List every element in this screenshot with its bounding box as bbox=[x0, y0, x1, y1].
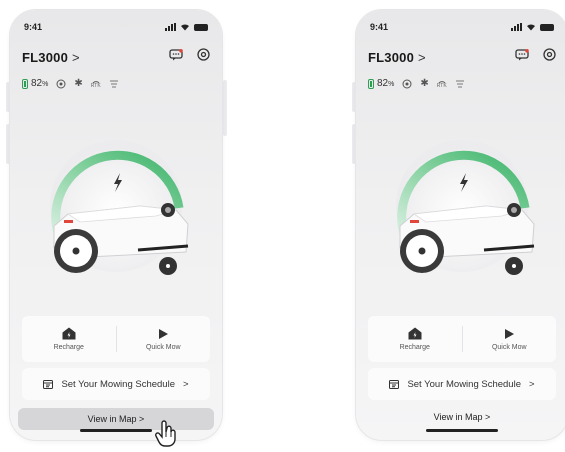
chevron-right-icon: > bbox=[529, 378, 535, 390]
chevron-right-icon: > bbox=[485, 412, 491, 422]
device-status-row: 82% ✱ RTK bbox=[368, 78, 465, 89]
phone-screen-left: 9:41 FL3000 > 82% ✱ RTK Recharge Quick M… bbox=[10, 10, 222, 440]
calendar-icon bbox=[389, 379, 400, 389]
battery-icon bbox=[194, 23, 208, 31]
view-in-map-button[interactable]: View in Map > bbox=[18, 408, 214, 430]
view-in-map-label: View in Map bbox=[433, 412, 483, 422]
device-name[interactable]: FL3000 > bbox=[368, 50, 426, 65]
chevron-right-icon: > bbox=[139, 414, 145, 424]
chevron-right-icon: > bbox=[72, 50, 80, 65]
quick-actions-card: Recharge Quick Mow bbox=[22, 316, 210, 362]
mower-indicator bbox=[64, 220, 73, 223]
battery-icon bbox=[540, 23, 554, 31]
recharge-button[interactable]: Recharge bbox=[22, 316, 116, 362]
mowing-schedule-button[interactable]: Set Your Mowing Schedule > bbox=[368, 368, 556, 400]
recharge-button[interactable]: Recharge bbox=[368, 316, 462, 362]
status-bar: 9:41 bbox=[370, 22, 554, 36]
battery-percent: 82 bbox=[31, 78, 43, 89]
home-icon bbox=[62, 327, 76, 340]
quick-mow-button[interactable]: Quick Mow bbox=[463, 316, 557, 362]
battery-percent: 82 bbox=[377, 78, 389, 89]
lte-icon bbox=[455, 80, 464, 87]
signal-icon bbox=[511, 23, 522, 31]
settings-icon[interactable] bbox=[543, 48, 556, 61]
mower-status-visual bbox=[374, 130, 550, 290]
chevron-right-icon: > bbox=[418, 50, 426, 65]
battery-level-icon bbox=[368, 78, 374, 89]
quick-actions-card: Recharge Quick Mow bbox=[368, 316, 556, 362]
play-icon bbox=[505, 328, 515, 339]
play-icon bbox=[159, 328, 169, 339]
schedule-label: Set Your Mowing Schedule bbox=[61, 378, 175, 390]
device-status-row: 82% ✱ RTK bbox=[22, 78, 119, 89]
hand-cursor-icon bbox=[155, 420, 176, 447]
home-indicator[interactable] bbox=[426, 429, 498, 432]
lte-icon bbox=[109, 80, 118, 87]
device-model-label: FL3000 bbox=[22, 50, 69, 65]
status-bar: 9:41 bbox=[24, 22, 208, 36]
device-name[interactable]: FL3000 > bbox=[22, 50, 80, 65]
mowing-schedule-button[interactable]: Set Your Mowing Schedule > bbox=[22, 368, 210, 400]
chevron-right-icon: > bbox=[183, 378, 189, 390]
mower-indicator bbox=[410, 220, 419, 223]
calendar-icon bbox=[43, 379, 54, 389]
device-model-label: FL3000 bbox=[368, 50, 415, 65]
message-icon[interactable] bbox=[169, 48, 183, 61]
recharge-label: Recharge bbox=[53, 344, 84, 351]
schedule-label: Set Your Mowing Schedule bbox=[407, 378, 521, 390]
battery-unit: % bbox=[388, 81, 395, 88]
quick-mow-label: Quick Mow bbox=[491, 343, 527, 351]
bluetooth-icon: ✱ bbox=[420, 78, 429, 89]
status-time: 9:41 bbox=[370, 22, 389, 32]
view-in-map-label: View in Map bbox=[87, 414, 137, 424]
recharge-label: Recharge bbox=[399, 344, 430, 351]
gps-icon bbox=[56, 79, 66, 88]
message-icon[interactable] bbox=[515, 48, 529, 61]
gps-icon bbox=[402, 79, 412, 88]
quick-mow-label: Quick Mow bbox=[145, 343, 181, 351]
signal-icon bbox=[165, 23, 176, 31]
view-in-map-button[interactable]: View in Map > bbox=[364, 406, 560, 428]
rtk-icon: RTK bbox=[90, 80, 101, 89]
mower-status-visual bbox=[28, 130, 204, 290]
bluetooth-icon: ✱ bbox=[74, 78, 83, 89]
battery-unit: % bbox=[42, 81, 49, 88]
wifi-icon bbox=[181, 24, 189, 31]
phone-screen-right: 9:41 FL3000 > 82% ✱ RTK Recharge Quick M… bbox=[356, 10, 565, 440]
home-icon bbox=[408, 327, 422, 340]
battery-level-icon bbox=[22, 78, 28, 89]
settings-icon[interactable] bbox=[197, 48, 210, 61]
home-indicator[interactable] bbox=[80, 429, 152, 432]
status-time: 9:41 bbox=[24, 22, 43, 32]
rtk-icon: RTK bbox=[436, 80, 447, 89]
wifi-icon bbox=[527, 24, 535, 31]
quick-mow-button[interactable]: Quick Mow bbox=[117, 316, 211, 362]
